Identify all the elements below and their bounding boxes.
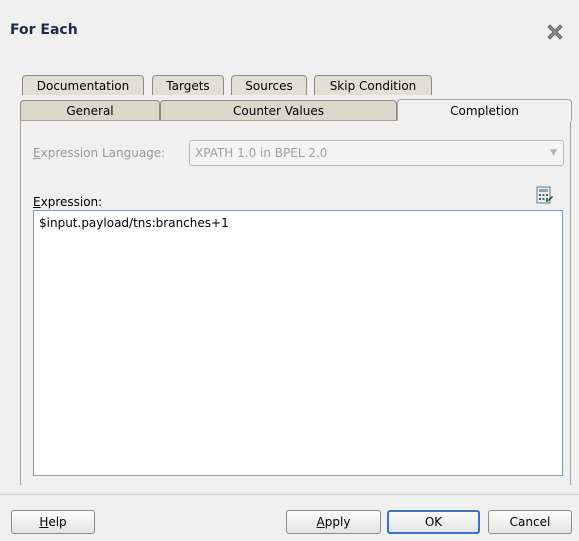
- apply-mnemonic: A: [316, 515, 325, 529]
- expression-language-text: Expression Language:: [33, 146, 165, 160]
- label-rest: xpression:: [40, 195, 103, 209]
- expression-language-value: XPATH 1.0 in BPEL 2.0: [195, 146, 328, 160]
- cancel-button[interactable]: Cancel: [488, 510, 572, 534]
- tab-general[interactable]: General: [20, 100, 160, 120]
- apply-button[interactable]: Apply: [286, 510, 381, 534]
- label-rest: xpression Language:: [40, 146, 166, 160]
- tab-completion[interactable]: Completion: [397, 99, 572, 121]
- expression-label: Expression:: [33, 195, 102, 209]
- ok-button[interactable]: OK: [387, 510, 480, 534]
- apply-rest: pply: [324, 515, 351, 529]
- tab-counter-values[interactable]: Counter Values: [160, 100, 397, 120]
- button-separator: [0, 494, 579, 495]
- tab-targets[interactable]: Targets: [152, 75, 224, 95]
- help-button[interactable]: Help: [11, 510, 95, 534]
- mnemonic-letter: E: [33, 146, 41, 160]
- tab-sources[interactable]: Sources: [231, 75, 307, 95]
- close-icon[interactable]: [545, 22, 565, 42]
- expression-language-select[interactable]: XPATH 1.0 in BPEL 2.0 ▼: [189, 140, 564, 166]
- dialog-title: For Each: [10, 22, 78, 38]
- help-mnemonic: H: [39, 515, 49, 529]
- help-rest: elp: [48, 515, 67, 529]
- mnemonic-letter: E: [33, 195, 41, 209]
- tab-documentation[interactable]: Documentation: [22, 75, 144, 95]
- tab-skip-condition[interactable]: Skip Condition: [314, 75, 432, 95]
- expression-language-label: Expression Language:: [33, 146, 165, 160]
- expression-builder-icon[interactable]: [535, 186, 555, 206]
- chevron-down-icon: ▼: [550, 148, 557, 158]
- expression-textarea[interactable]: $input.payload/tns:branches+1: [33, 210, 563, 476]
